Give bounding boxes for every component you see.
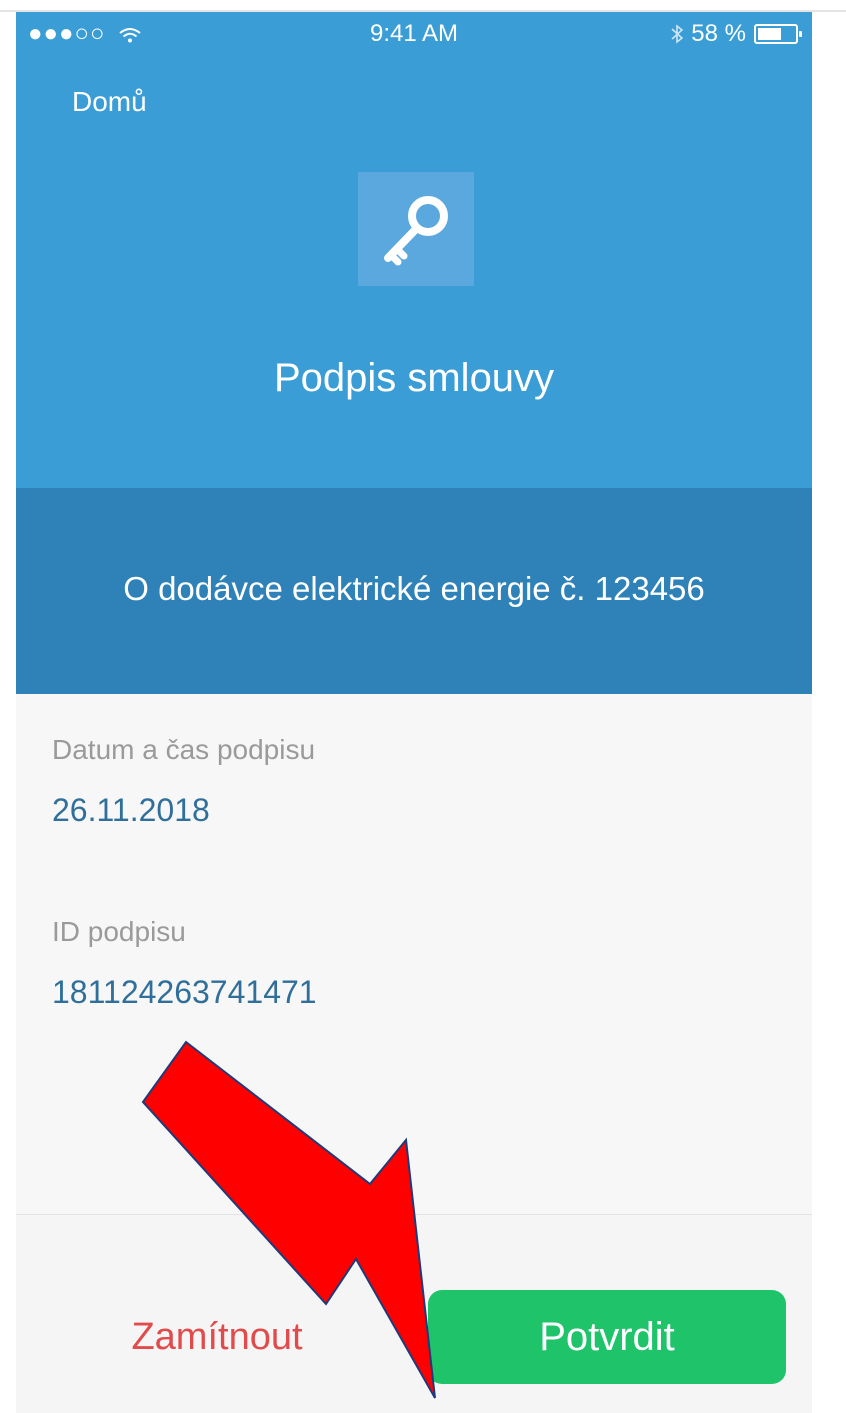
annotation-arrow-icon xyxy=(141,1040,436,1399)
